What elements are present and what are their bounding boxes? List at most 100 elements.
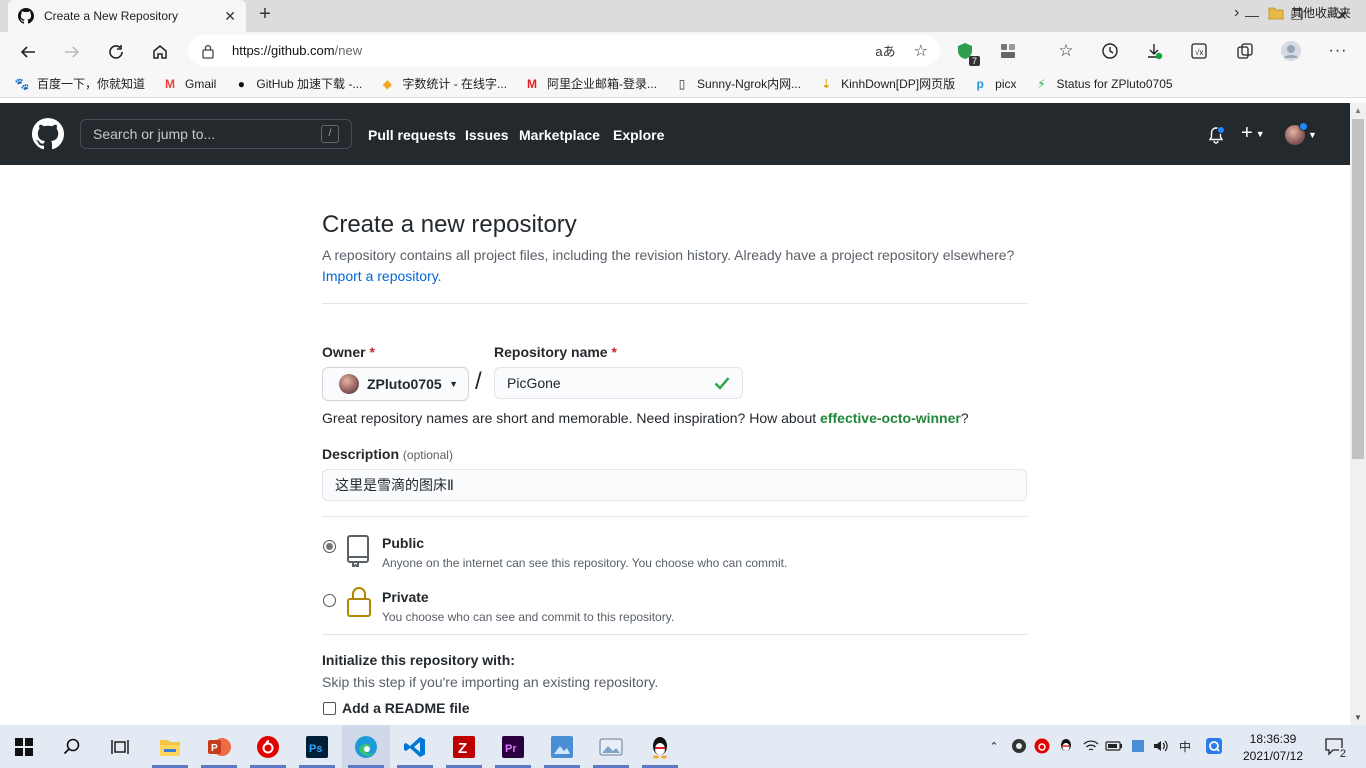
scroll-down-arrow-icon[interactable]: ▼	[1354, 713, 1362, 722]
add-readme-checkbox[interactable]	[323, 702, 336, 715]
bookmark-item[interactable]: ⚡ Status for ZPluto0705	[1033, 76, 1172, 92]
more-menu-icon[interactable]: ···	[1327, 40, 1349, 62]
nav-issues[interactable]: Issues	[465, 127, 509, 143]
visibility-public-radio[interactable]	[323, 540, 336, 553]
start-button[interactable]	[0, 725, 48, 768]
collections-icon[interactable]	[1234, 40, 1256, 62]
image-editor-app[interactable]	[538, 725, 586, 768]
github-search-input[interactable]: Search or jump to... /	[80, 119, 352, 149]
nav-marketplace[interactable]: Marketplace	[519, 127, 600, 143]
taskbar-clock[interactable]: 18:36:39 2021/07/12	[1230, 731, 1316, 765]
home-icon	[153, 45, 167, 59]
bookmarks-overflow-chevron-icon[interactable]: ›	[1234, 4, 1239, 22]
extension-badge: 7	[968, 56, 980, 66]
profile-avatar-icon[interactable]	[1280, 40, 1302, 62]
other-bookmarks-folder[interactable]: 其他收藏夹	[1268, 4, 1351, 21]
search-placeholder: Search or jump to...	[93, 126, 216, 142]
bookmark-item[interactable]: ⇣ KinhDown[DP]网页版	[818, 75, 955, 92]
back-button[interactable]	[14, 38, 42, 66]
vscode-app[interactable]	[391, 725, 439, 768]
add-favorite-icon[interactable]: ☆	[914, 41, 928, 61]
edge-browser-app[interactable]	[342, 725, 390, 768]
photo-viewer-app[interactable]	[587, 725, 635, 768]
read-aloud-icon[interactable]: aあ	[875, 41, 895, 60]
bookmark-item[interactable]: ▯ Sunny-Ngrok内网...	[674, 75, 801, 92]
scrollbar-thumb[interactable]	[1352, 119, 1364, 459]
browser-tab-active[interactable]: Create a New Repository ✕	[8, 0, 246, 32]
qq-app[interactable]	[636, 725, 684, 768]
bookmark-item[interactable]: ● GitHub 加速下载 -...	[233, 75, 363, 92]
home-button[interactable]	[146, 38, 174, 66]
photoshop-app[interactable]: Ps	[293, 725, 341, 768]
owner-dropdown-caret-icon: ▼	[449, 379, 458, 389]
tray-netease-icon[interactable]	[1033, 737, 1051, 755]
url-text[interactable]: https://github.com/new	[232, 43, 875, 58]
nav-explore[interactable]: Explore	[613, 127, 664, 143]
tray-overflow-chevron-icon[interactable]: ⌃	[985, 737, 1003, 755]
create-new-plus-icon[interactable]: + ▼	[1241, 122, 1265, 145]
url-path: /new	[334, 43, 363, 58]
forward-button[interactable]	[58, 38, 86, 66]
history-icon[interactable]	[1099, 40, 1121, 62]
new-tab-button[interactable]: +	[254, 4, 276, 26]
netease-music-app[interactable]	[244, 725, 292, 768]
tray-app-icon[interactable]	[1010, 737, 1028, 755]
downloads-icon[interactable]	[1143, 40, 1165, 62]
bookmark-label: Sunny-Ngrok内网...	[697, 77, 802, 91]
description-input[interactable]: 这里是雪滴的图床Ⅱ	[322, 469, 1027, 501]
github-logo-icon[interactable]	[32, 118, 64, 150]
address-bar[interactable]: https://github.com/new aあ ☆	[188, 35, 940, 66]
favorites-icon[interactable]: ☆	[1055, 40, 1077, 62]
task-view-button[interactable]	[96, 725, 144, 768]
import-repository-link[interactable]: Import a repository.	[322, 268, 442, 284]
bookmark-item[interactable]: p picx	[972, 76, 1016, 92]
tray-app-square-icon[interactable]	[1129, 737, 1147, 755]
owner-required-mark: *	[369, 344, 375, 360]
repo-name-required-mark: *	[611, 344, 617, 360]
suggested-name-link[interactable]: effective-octo-winner	[820, 410, 961, 426]
bookmark-item[interactable]: M Gmail	[162, 76, 216, 92]
bookmark-label: GitHub 加速下载 -...	[256, 77, 363, 91]
bookmark-item[interactable]: M 阿里企业邮箱-登录...	[524, 75, 657, 92]
file-explorer-app[interactable]	[146, 725, 194, 768]
create-dropdown-caret-icon: ▼	[1255, 128, 1265, 139]
nav-pull-requests[interactable]: Pull requests	[368, 127, 456, 143]
bookmark-item[interactable]: ◆ 字数统计 - 在线字...	[379, 75, 507, 92]
bookmark-label: Gmail	[185, 76, 217, 91]
page-scrollbar[interactable]: ▲ ▼	[1350, 103, 1366, 725]
extension-shield-icon[interactable]: 7	[954, 40, 980, 66]
add-readme-label[interactable]: Add a README file	[342, 700, 470, 716]
tray-qq-icon[interactable]	[1057, 737, 1075, 755]
extension-grid-icon[interactable]	[997, 40, 1019, 62]
owner-select-button[interactable]: ZPluto0705 ▼	[322, 367, 469, 401]
tray-q-app-icon[interactable]	[1205, 737, 1223, 755]
tray-volume-icon[interactable]	[1152, 737, 1170, 755]
github-header: Search or jump to... / Pull requests Iss…	[0, 103, 1350, 165]
powerpoint-app[interactable]: P	[195, 725, 243, 768]
visibility-private-radio[interactable]	[323, 594, 336, 607]
reload-button[interactable]	[102, 38, 130, 66]
premiere-icon: Pr	[502, 735, 524, 758]
search-button[interactable]	[48, 725, 96, 768]
lock-icon	[347, 587, 371, 617]
math-solver-icon[interactable]: √x	[1188, 40, 1210, 62]
notification-count: 2	[1338, 748, 1347, 760]
tab-close-icon[interactable]: ✕	[224, 8, 236, 25]
public-option-desc: Anyone on the internet can see this repo…	[382, 556, 788, 570]
tray-battery-icon[interactable]	[1105, 737, 1123, 755]
notification-center-icon[interactable]: 2	[1324, 736, 1347, 760]
filezilla-app[interactable]: Z	[440, 725, 488, 768]
lock-icon[interactable]	[200, 43, 216, 59]
tray-ime-indicator[interactable]: 中	[1176, 737, 1194, 755]
notifications-bell-icon[interactable]	[1208, 126, 1225, 147]
bookmark-item[interactable]: 🐾 百度一下，你就知道	[14, 75, 146, 92]
tray-network-icon[interactable]	[1082, 737, 1100, 755]
premiere-app[interactable]: Pr	[489, 725, 537, 768]
scroll-up-arrow-icon[interactable]: ▲	[1354, 106, 1362, 115]
hint-suffix: ?	[960, 410, 969, 426]
bookmark-label: 字数统计 - 在线字...	[402, 77, 508, 91]
folder-icon	[1268, 7, 1284, 19]
repo-name-input[interactable]: PicGone	[494, 367, 743, 399]
user-avatar-menu[interactable]: ▼	[1285, 122, 1317, 145]
count-icon: ◆	[382, 76, 392, 91]
